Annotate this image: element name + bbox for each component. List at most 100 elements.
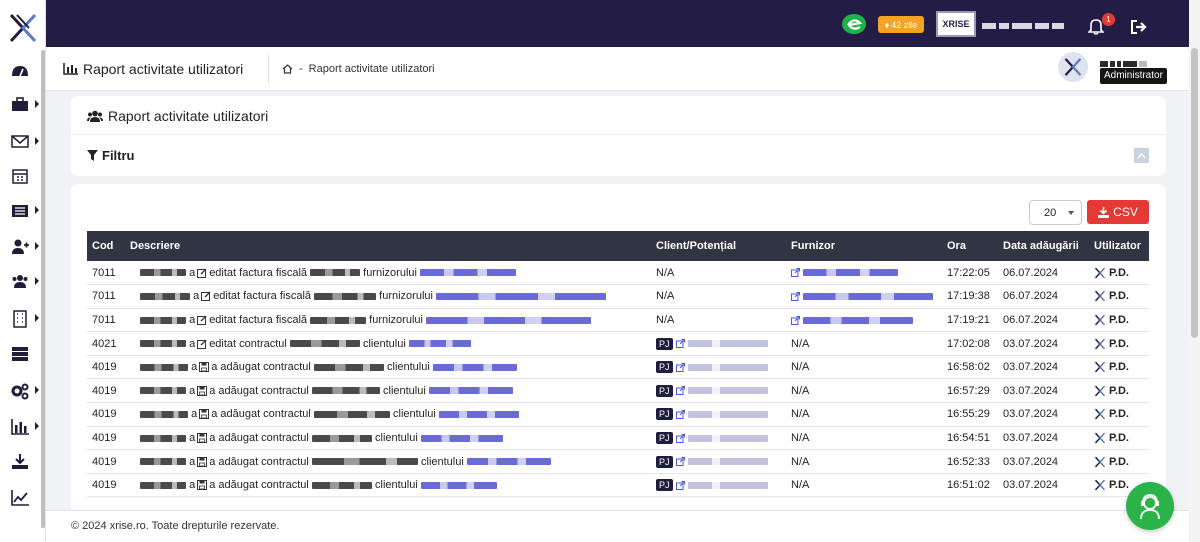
external-link-icon[interactable] (675, 480, 685, 490)
cell-furnizor: N/A (786, 402, 942, 427)
bar-chart-icon (63, 63, 78, 75)
cogs-icon (11, 383, 29, 400)
table-card: 20 CSV Cod Descriere Client/Potențial Fu… (71, 184, 1166, 514)
entity-link-redacted[interactable] (420, 434, 503, 442)
table-row[interactable]: 4021 a editat contractul clientului PJ N/A… (87, 331, 1149, 356)
external-link-icon[interactable] (675, 457, 685, 467)
sidebar-item-download[interactable] (0, 451, 46, 473)
cell-data: 03.07.2024 (998, 426, 1089, 451)
cell-descriere: a editat factura fiscală furnizorului (125, 261, 651, 286)
descr-target: furnizorului (369, 313, 423, 326)
sidebar-item-building[interactable] (0, 308, 46, 330)
col-furnizor[interactable]: Furnizor (786, 231, 942, 261)
sidebar-item-briefcase[interactable] (0, 94, 46, 116)
external-link-icon[interactable] (675, 339, 685, 349)
pj-badge: PJ (656, 384, 673, 397)
client-name-redacted[interactable] (687, 458, 768, 466)
entity-link-redacted[interactable] (428, 387, 513, 395)
subscription-days-badge[interactable]: ♦ 42 zile (878, 16, 924, 33)
entity-link-redacted[interactable] (432, 363, 517, 371)
sidebar-item-dashboard[interactable] (0, 61, 46, 83)
col-client[interactable]: Client/Potențial (651, 231, 786, 261)
sidebar-item-calendar[interactable] (0, 165, 46, 187)
table-row[interactable]: 4019 a a adăugat contractul clientului PJ… (87, 473, 1149, 498)
entity-link-redacted[interactable] (436, 292, 607, 300)
furnizor-link-redacted[interactable] (803, 292, 933, 300)
company-name-redacted[interactable] (982, 18, 1072, 29)
sidebar-item-cogs[interactable] (0, 380, 46, 402)
descr-action: editat factura fiscală (209, 266, 308, 279)
sidebar-item-line-chart[interactable] (0, 487, 46, 509)
external-link-icon[interactable] (791, 315, 800, 325)
descr-a: a (189, 266, 196, 279)
entity-link-redacted[interactable] (420, 481, 497, 489)
external-link-icon[interactable] (675, 409, 685, 419)
client-name-redacted[interactable] (687, 387, 768, 395)
filter-toggle[interactable]: Filtru (87, 148, 135, 163)
cell-furnizor (786, 261, 942, 286)
sidebar-item-server[interactable] (0, 343, 46, 365)
col-utilizator[interactable]: Utilizator (1089, 231, 1149, 261)
table-row[interactable]: 4019 a a adăugat contractul clientului PJ… (87, 378, 1149, 404)
download-icon (12, 454, 28, 469)
entity-link-redacted[interactable] (408, 340, 471, 348)
logout-icon[interactable] (1130, 19, 1148, 35)
client-name-redacted[interactable] (687, 434, 768, 442)
submenu-caret-icon (35, 242, 39, 250)
submenu-caret-icon (35, 422, 39, 430)
support-chat-button[interactable] (1126, 482, 1174, 530)
table-row[interactable]: 4019 a a adăugat contractul clientului PJ… (87, 402, 1149, 427)
external-link-icon[interactable] (791, 291, 800, 301)
col-descriere[interactable]: Descriere (125, 231, 651, 261)
descr-action: editat factura fiscală (209, 313, 308, 326)
table-row[interactable]: 7011 a editat factura fiscală furnizorulu… (87, 308, 1149, 333)
avatar[interactable] (1058, 52, 1088, 82)
table-row[interactable]: 4019 a a adăugat contractul clientului PJ… (87, 449, 1149, 474)
col-ora[interactable]: Ora (942, 231, 998, 261)
entity-link-redacted[interactable] (420, 269, 517, 277)
cell-descriere: a a adăugat contractul clientului (125, 473, 651, 498)
col-data[interactable]: Data adăugării (998, 231, 1089, 261)
descr-action: a adăugat contractul (211, 408, 311, 421)
user-logo-icon (1094, 338, 1106, 350)
table-row[interactable]: 7011 a editat factura fiscală furnizorulu… (87, 261, 1149, 286)
furnizor-link-redacted[interactable] (803, 269, 898, 277)
sidebar-item-user-plus[interactable] (0, 236, 46, 258)
user-name-redacted[interactable] (1100, 56, 1152, 67)
client-name-redacted[interactable] (687, 481, 768, 489)
external-link-icon[interactable] (675, 433, 685, 443)
page-scrollbar-thumb[interactable] (1191, 48, 1198, 338)
client-name-redacted[interactable] (687, 410, 768, 418)
user-name-redacted (140, 269, 186, 277)
sidebar-item-users[interactable] (0, 271, 46, 293)
furnizor-link-redacted[interactable] (803, 316, 913, 324)
page-scrollbar[interactable] (1189, 0, 1200, 542)
entity-link-redacted[interactable] (466, 458, 551, 466)
e-logo-icon[interactable] (841, 13, 867, 35)
document-name-redacted (313, 363, 384, 371)
external-link-icon[interactable] (675, 362, 685, 372)
sidebar-item-envelope[interactable] (0, 131, 46, 153)
edit-icon (197, 339, 207, 349)
company-logo[interactable]: XRISE (936, 11, 976, 37)
per-page-select[interactable]: 20 (1029, 200, 1082, 225)
table-row[interactable]: 4019 a a adăugat contractul clientului PJ… (87, 355, 1149, 380)
table-row[interactable]: 7011 a editat factura fiscală furnizorulu… (87, 284, 1149, 309)
filter-icon (87, 150, 98, 161)
home-icon[interactable] (282, 64, 293, 74)
col-cod[interactable]: Cod (87, 231, 125, 261)
sidebar-item-bar-chart[interactable] (0, 416, 46, 438)
client-name-redacted[interactable] (687, 363, 768, 371)
xrise-logo[interactable] (9, 12, 37, 44)
cell-utilizator: P.D. (1089, 426, 1149, 451)
sidebar-item-list[interactable] (0, 200, 46, 222)
external-link-icon[interactable] (791, 268, 800, 278)
collapse-button[interactable] (1134, 148, 1149, 163)
entity-link-redacted[interactable] (426, 316, 592, 324)
submenu-caret-icon (35, 277, 39, 285)
external-link-icon[interactable] (675, 386, 685, 396)
csv-export-button[interactable]: CSV (1087, 200, 1149, 224)
entity-link-redacted[interactable] (438, 410, 519, 418)
client-name-redacted[interactable] (687, 340, 768, 348)
table-row[interactable]: 4019 a a adăugat contractul clientului PJ… (87, 426, 1149, 451)
